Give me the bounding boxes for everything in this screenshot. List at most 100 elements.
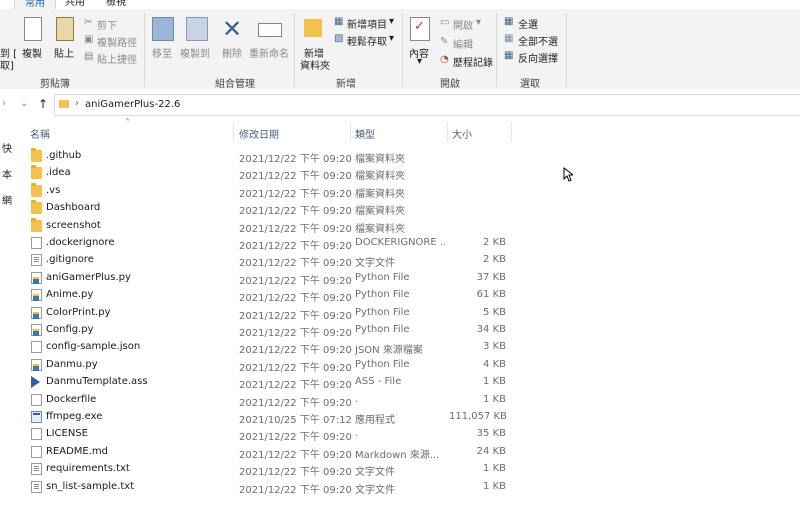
file-row[interactable]: sn_list-sample.txt 2021/12/22 下午 09:20 文字文… [24,479,514,496]
file-name[interactable]: ffmpeg.exe [46,411,102,422]
file-name[interactable]: .vs [46,185,60,196]
back-arrow-icon[interactable]: › [2,98,6,109]
file-name[interactable]: Dockerfile [46,394,96,405]
file-name[interactable]: requirements.txt [46,463,130,474]
edit-icon[interactable]: ✎ [440,36,448,47]
file-row[interactable]: README.md 2021/12/22 下午 09:20 Markdown 來源.… [24,444,514,461]
properties-icon[interactable]: ✓ [410,17,430,41]
file-name[interactable]: .github [46,150,81,161]
file-name[interactable]: DanmuTemplate.ass [46,376,148,387]
file-row[interactable]: DanmuTemplate.ass 2021/12/22 下午 09:20 ASS … [24,374,514,391]
recent-dropdown-icon[interactable]: ⌄ [20,98,28,109]
file-name[interactable]: README.md [46,446,108,457]
column-header-type[interactable]: 類型 [355,126,375,141]
column-divider[interactable] [511,122,512,142]
address-box[interactable]: › aniGamerPlus-22.6 [54,94,800,116]
file-name[interactable]: aniGamerPlus.py [46,272,131,283]
breadcrumb-separator-icon[interactable]: › [75,98,79,109]
cut-button[interactable]: 剪下 [97,17,117,32]
new-folder-button-line2[interactable]: 資料夾 [300,57,330,72]
edit-button[interactable]: 編輯 [453,36,473,51]
chevron-down-icon[interactable]: ▾ [476,17,481,28]
file-row[interactable]: .dockerignore 2021/12/22 下午 09:20 DOCKERIG… [24,235,514,252]
column-divider[interactable] [233,122,234,142]
delete-icon[interactable]: ✕ [222,17,242,41]
chevron-down-icon[interactable]: ▾ [389,33,394,44]
file-name[interactable]: Config.py [46,324,94,335]
rename-icon[interactable] [258,23,282,37]
paste-icon[interactable] [56,17,74,41]
file-row[interactable]: Danmu.py 2021/12/22 下午 09:20 Python File 4 … [24,357,514,374]
copy-to-button[interactable]: 複製到 [180,45,210,60]
file-row[interactable]: screenshot 2021/12/22 下午 09:20 檔案資料夾 [24,217,514,235]
nav-item-quick-access[interactable]: 快 [2,140,12,155]
move-to-button[interactable]: 移至 [152,45,172,60]
nav-item-network[interactable]: 網 [2,192,12,207]
select-none-button[interactable]: 全部不選 [518,33,558,48]
scissors-icon[interactable]: ✂ [84,17,92,28]
column-divider[interactable] [350,122,351,142]
select-none-icon[interactable]: ▦ [504,33,513,44]
rename-button[interactable]: 重新命名 [249,45,289,60]
open-button[interactable]: 開啟 [453,17,473,32]
file-name[interactable]: .dockerignore [46,237,114,248]
invert-selection-button[interactable]: 反向選擇 [518,50,558,65]
easy-access-button[interactable]: 輕鬆存取 [347,33,387,48]
file-row[interactable]: ffmpeg.exe 2021/10/25 下午 07:12 應用程式 111,057… [24,409,514,426]
paste-button[interactable]: 貼上 [54,45,74,60]
file-row[interactable]: requirements.txt 2021/12/22 下午 09:20 文字文件 1… [24,461,514,478]
file-name[interactable]: screenshot [46,220,101,231]
file-name[interactable]: .gitignore [46,254,94,265]
new-item-button[interactable]: 新增項目 [347,16,387,31]
history-icon[interactable]: ◔ [440,54,449,65]
file-row[interactable]: .github 2021/12/22 下午 09:20 檔案資料夾 [24,148,514,165]
paste-shortcut-button[interactable]: 貼上捷徑 [97,51,137,66]
up-arrow-icon[interactable]: ↑ [38,97,48,111]
history-button[interactable]: 歷程記錄 [453,54,493,69]
delete-button[interactable]: 刪除 [222,45,242,60]
new-folder-icon[interactable] [304,19,322,37]
file-name[interactable]: .idea [46,167,71,178]
pin-quick-access-label-2[interactable]: 取] [0,57,14,72]
file-row[interactable]: .gitignore 2021/12/22 下午 09:20 文字文件 2 KB [24,252,514,269]
file-name[interactable]: sn_list-sample.txt [46,481,134,492]
file-row[interactable]: Dashboard 2021/12/22 下午 09:20 檔案資料夾 [24,200,514,217]
new-item-icon[interactable]: ▦ [334,16,343,27]
file-row[interactable]: Config.py 2021/12/22 下午 09:20 Python File 3… [24,322,514,339]
file-name[interactable]: Anime.py [46,289,93,300]
file-row[interactable]: Anime.py 2021/12/22 下午 09:20 Python File 61… [24,287,514,304]
file-row[interactable]: LICENSE 2021/12/22 下午 09:20. 35 KB [24,426,514,443]
column-header-name[interactable]: 名稱 [30,126,50,141]
copy-to-icon[interactable] [186,17,208,41]
copy-button[interactable]: 複製 [22,45,42,60]
copy-path-button[interactable]: 複製路徑 [97,34,137,49]
column-header-size[interactable]: 大小 [452,126,472,141]
tab-share[interactable]: 共用 [60,0,90,9]
copy-icon[interactable] [24,17,42,41]
file-row[interactable]: .idea 2021/12/22 下午 09:20 檔案資料夾 [24,165,514,182]
file-name[interactable]: ColorPrint.py [46,307,111,318]
file-row[interactable]: Dockerfile 2021/12/22 下午 09:20. 1 KB [24,392,514,409]
column-header-date[interactable]: 修改日期 [239,126,279,141]
file-row[interactable]: config-sample.json 2021/12/22 下午 09:20 JSO… [24,339,514,356]
file-name[interactable]: Dashboard [46,202,100,213]
file-row[interactable]: .vs 2021/12/22 下午 09:20 檔案資料夾 [24,182,514,200]
file-name[interactable]: config-sample.json [46,341,140,352]
copy-path-icon[interactable]: ▣ [84,34,93,45]
breadcrumb-current[interactable]: aniGamerPlus-22.6 [85,99,180,110]
select-all-button[interactable]: 全選 [518,16,538,31]
file-name[interactable]: LICENSE [46,428,88,439]
nav-item-this-pc[interactable]: 本 [2,166,12,181]
easy-access-icon[interactable]: ▧ [334,33,343,44]
paste-shortcut-icon[interactable]: ▤ [84,51,93,62]
tab-view[interactable]: 檢視 [100,0,132,9]
select-all-icon[interactable]: ▦ [504,16,513,27]
file-row[interactable]: ColorPrint.py 2021/12/22 下午 09:20 Python F… [24,305,514,322]
move-to-icon[interactable] [152,17,174,41]
file-row[interactable]: aniGamerPlus.py 2021/12/22 下午 09:20 Python… [24,270,514,287]
column-divider[interactable] [447,122,448,142]
file-name[interactable]: Danmu.py [46,359,98,370]
invert-selection-icon[interactable]: ▦ [504,50,513,61]
chevron-down-icon[interactable]: ▾ [389,16,394,27]
open-icon[interactable]: ▭ [440,17,449,28]
